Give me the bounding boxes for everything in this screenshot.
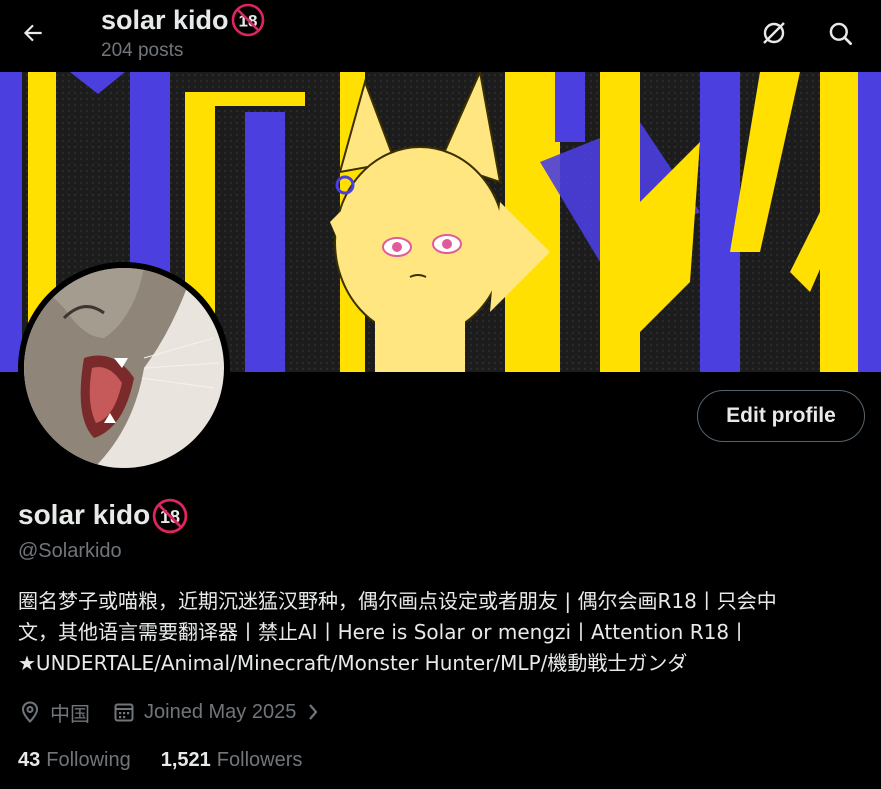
grok-button[interactable] — [755, 14, 793, 52]
profile-display-name: solar kido — [18, 499, 151, 530]
edit-profile-label: Edit profile — [726, 404, 836, 427]
following-link[interactable]: 43 Following — [18, 749, 131, 772]
profile-joined[interactable]: Joined May 2025 — [112, 700, 322, 724]
slash-circle-icon — [763, 22, 785, 44]
followers-count: 1,521 — [160, 748, 211, 771]
bio-line: ★UNDERTALE/Animal/Minecraft/Monster Hunt… — [18, 651, 688, 675]
profile-display-name-row: solar kido 18 — [18, 498, 188, 534]
search-icon — [829, 22, 852, 45]
no-18-badge-icon: 18 — [231, 3, 265, 37]
followers-link[interactable]: 1,521 Followers — [161, 749, 303, 772]
profile-meta: 中国 Joined May 2025 — [18, 696, 344, 728]
top-bar: solar kido 18 204 posts — [0, 0, 881, 72]
bio-line: 圈名梦子或喵粮，近期沉迷猛汉野种，偶尔画点设定或者朋友 | 偶尔会画R18丨只会… — [18, 589, 777, 613]
back-button[interactable] — [14, 14, 52, 52]
profile-handle: @Solarkido — [18, 540, 122, 562]
header-title: solar kido 18 204 posts — [101, 2, 265, 62]
joined-text: Joined May 2025 — [144, 700, 297, 723]
location-text: 中国 — [50, 701, 90, 726]
edit-profile-button[interactable]: Edit profile — [697, 390, 865, 442]
search-button[interactable] — [821, 14, 859, 52]
arrow-left-icon — [23, 24, 42, 42]
no-18-badge-icon: 18 — [152, 498, 188, 534]
calendar-icon — [114, 703, 134, 722]
chevron-right-icon — [309, 704, 318, 720]
profile-avatar[interactable] — [18, 262, 230, 474]
location-pin-icon — [21, 701, 39, 723]
following-label: Following — [46, 748, 131, 771]
follow-counts: 43 Following 1,521 Followers — [18, 745, 332, 775]
cat-avatar-image — [24, 268, 224, 468]
profile-bio: 圈名梦子或喵粮，近期沉迷猛汉野种，偶尔画点设定或者朋友 | 偶尔会画R18丨只会… — [18, 586, 868, 679]
post-count: 204 posts — [101, 40, 184, 61]
following-count: 43 — [18, 748, 41, 771]
followers-label: Followers — [216, 748, 303, 771]
profile-location: 中国 — [18, 698, 90, 727]
bio-line: 文，其他语言需要翻译器丨禁止AI丨Here is Solar or mengzi… — [18, 620, 750, 644]
header-display-name: solar kido — [101, 5, 229, 35]
